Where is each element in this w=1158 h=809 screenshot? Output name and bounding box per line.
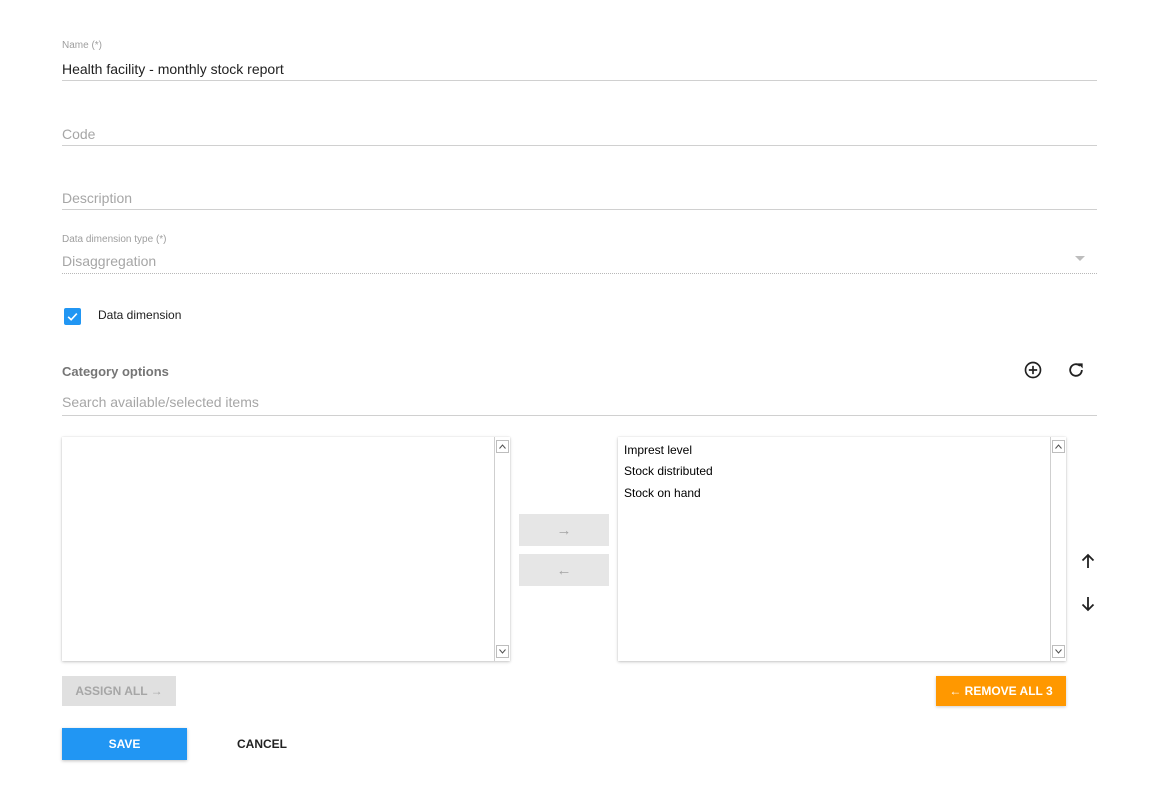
data-dimension-type-label: Data dimension type (*) bbox=[62, 234, 167, 245]
data-dimension-type-value: Disaggregation bbox=[62, 253, 157, 269]
description-field-placeholder[interactable]: Description bbox=[62, 190, 132, 206]
description-field[interactable]: Description bbox=[62, 184, 1097, 212]
assign-selected-button[interactable]: → bbox=[519, 514, 609, 546]
list-item[interactable]: Stock on hand bbox=[624, 486, 701, 500]
search-input-underline bbox=[62, 415, 1097, 416]
name-field-label: Name (*) bbox=[62, 40, 103, 51]
assign-all-button[interactable]: ASSIGN ALL → bbox=[62, 676, 176, 706]
scroll-up-icon[interactable] bbox=[496, 440, 509, 453]
cancel-button[interactable]: CANCEL bbox=[214, 728, 310, 760]
selected-list-scrollbar[interactable] bbox=[1050, 437, 1066, 661]
data-dimension-type-select[interactable]: Data dimension type (*) Disaggregation bbox=[62, 232, 1097, 276]
selected-items-list[interactable]: Imprest level Stock distributed Stock on… bbox=[618, 437, 1066, 661]
add-circle-icon[interactable] bbox=[1021, 358, 1045, 382]
available-list-scrollbar[interactable] bbox=[494, 437, 510, 661]
save-button[interactable]: SAVE bbox=[62, 728, 187, 760]
list-item[interactable]: Stock distributed bbox=[624, 464, 713, 478]
code-field-underline bbox=[62, 145, 1097, 146]
check-icon bbox=[67, 312, 78, 321]
category-options-title: Category options bbox=[62, 364, 169, 379]
name-field[interactable]: Name (*) Health facility - monthly stock… bbox=[62, 38, 1097, 82]
scroll-down-icon[interactable] bbox=[1052, 645, 1065, 658]
category-options-search-input[interactable]: Search available/selected items bbox=[62, 390, 1097, 418]
list-item[interactable]: Imprest level bbox=[624, 443, 692, 457]
data-dimension-label: Data dimension bbox=[98, 308, 182, 322]
move-up-icon[interactable] bbox=[1078, 551, 1098, 571]
remove-all-button[interactable]: ← REMOVE ALL 3 bbox=[936, 676, 1066, 706]
name-field-underline bbox=[62, 80, 1097, 81]
code-field[interactable]: Code bbox=[62, 120, 1097, 148]
refresh-icon[interactable] bbox=[1064, 358, 1088, 382]
scroll-down-icon[interactable] bbox=[496, 645, 509, 658]
move-down-icon[interactable] bbox=[1078, 594, 1098, 614]
remove-selected-button[interactable]: ← bbox=[519, 554, 609, 586]
code-field-placeholder[interactable]: Code bbox=[62, 126, 95, 142]
data-dimension-type-underline bbox=[62, 273, 1097, 274]
available-items-list[interactable] bbox=[62, 437, 510, 661]
data-dimension-checkbox[interactable] bbox=[64, 308, 81, 325]
search-input-placeholder[interactable]: Search available/selected items bbox=[62, 394, 259, 410]
chevron-down-icon bbox=[1075, 256, 1085, 261]
name-field-value[interactable]: Health facility - monthly stock report bbox=[62, 61, 284, 77]
scroll-up-icon[interactable] bbox=[1052, 440, 1065, 453]
description-field-underline bbox=[62, 209, 1097, 210]
